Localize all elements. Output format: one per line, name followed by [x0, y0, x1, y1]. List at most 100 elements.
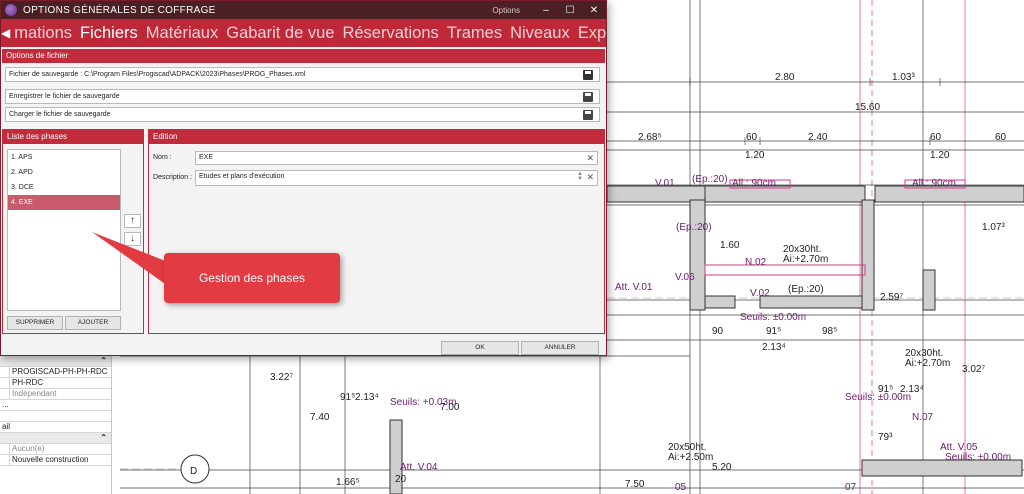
cad-annotation: 60: [995, 132, 1007, 143]
cad-annotation: Ai:+2.70m: [783, 254, 828, 265]
cad-annotation: Att. V.05: [940, 442, 978, 453]
property-value: [0, 411, 111, 421]
property-row[interactable]: PH-RDC: [0, 378, 111, 389]
cad-annotation: (Ep.:20): [692, 174, 728, 185]
cad-annotation: Seuils: ±0.00m: [945, 452, 1011, 463]
cad-annotation: D: [190, 466, 197, 477]
app-logo-icon: [5, 4, 17, 16]
phase-list-header: Liste des phases: [3, 130, 143, 144]
cad-annotation: 7.00: [440, 402, 460, 413]
save-file-button-label: Enregistrer le fichier de sauvegarde: [9, 93, 120, 100]
clear-name-icon[interactable]: ✕: [586, 152, 594, 164]
cad-annotation: 2.13⁴: [355, 392, 379, 403]
property-row[interactable]: Aucun(e): [0, 444, 111, 455]
cancel-button[interactable]: ANNULER: [521, 341, 599, 355]
phase-item-apd[interactable]: 2. APD: [8, 165, 120, 180]
cad-annotation: (Ep.:20): [676, 222, 712, 233]
file-browse-icon[interactable]: [583, 70, 593, 80]
cad-annotation: 98⁵: [822, 326, 837, 337]
floppy-load-icon: [583, 110, 593, 120]
floppy-save-icon: [583, 92, 593, 102]
tab-scroll-left-icon[interactable]: ◀: [1, 26, 10, 40]
callout-text: Gestion des phases: [198, 271, 306, 285]
edition-panel: Edition Nom : EXE ✕ Description : Etudes…: [148, 129, 605, 334]
minimize-button[interactable]: –: [534, 5, 558, 16]
load-file-button[interactable]: Charger le fichier de sauvegarde: [5, 107, 600, 122]
name-input[interactable]: EXE ✕: [195, 151, 598, 165]
tab-gabarit-de-vue[interactable]: Gabarit de vue: [222, 24, 338, 43]
cad-annotation: V.02: [750, 288, 770, 299]
property-value: Indépendant: [12, 389, 57, 398]
tab-fichiers[interactable]: Fichiers: [76, 24, 142, 43]
description-label: Description :: [153, 174, 192, 181]
phase-management-callout: Gestion des phases: [164, 253, 340, 303]
delete-phase-button[interactable]: SUPPRIMER: [7, 316, 63, 330]
cad-annotation: Att. V.01: [615, 282, 653, 293]
section-collapse-toggle[interactable]: ⌃: [0, 356, 111, 367]
cad-annotation: Ai:+2.70m: [905, 358, 950, 369]
cad-annotation: V.01: [655, 178, 675, 189]
cad-annotation: 1.03³: [892, 72, 915, 83]
tab-strip: ◀ mations Fichiers Matériaux Gabarit de …: [1, 19, 606, 47]
cad-annotation: 2.59⁷: [880, 292, 903, 303]
tab-animations[interactable]: mations: [10, 24, 76, 43]
cad-annotation: 90: [712, 326, 724, 337]
cad-annotation: N.07: [912, 412, 934, 423]
dialog-title: OPTIONS GÉNÉRALES DE COFFRAGE: [23, 4, 216, 16]
tab-trames[interactable]: Trames: [443, 24, 506, 43]
cad-annotation: All.: 90cm: [732, 178, 776, 189]
section-collapse-toggle[interactable]: ⌃: [0, 433, 111, 444]
cad-annotation: 05: [675, 482, 687, 493]
description-value: Etudes et plans d'exécution: [199, 173, 285, 180]
property-row[interactable]: Indépendant: [0, 389, 111, 400]
add-phase-button[interactable]: AJOUTER: [65, 316, 121, 330]
property-row[interactable]: ail: [0, 422, 111, 433]
cad-annotation: 3.02⁷: [962, 364, 985, 375]
properties-panel: ⌃ PROGISCAD-PH-PH-RDC PH-RDC Indépendant…: [0, 356, 112, 494]
close-button[interactable]: ✕: [582, 5, 606, 16]
cad-annotation: 60: [930, 132, 942, 143]
cad-annotation: 5.20: [712, 462, 732, 473]
clear-description-icon[interactable]: ✕: [586, 171, 594, 183]
file-options-header: Options de fichier: [2, 49, 605, 63]
cad-annotation: 91⁵: [766, 326, 781, 337]
property-row[interactable]: Nouvelle construction: [0, 455, 111, 466]
cad-annotation: All.: 90cm: [912, 178, 956, 189]
dialog-titlebar[interactable]: OPTIONS GÉNÉRALES DE COFFRAGE Options – …: [1, 1, 606, 19]
cad-annotation: 1.60: [720, 240, 740, 251]
property-value: Nouvelle construction: [12, 455, 89, 464]
maximize-button[interactable]: ☐: [558, 5, 582, 16]
ok-button[interactable]: OK: [441, 341, 519, 355]
property-row[interactable]: ...: [0, 400, 111, 411]
cad-annotation: Ai:+2.50m: [668, 452, 713, 463]
save-file-button[interactable]: Enregistrer le fichier de sauvegarde: [5, 89, 600, 104]
cad-annotation: 91⁵: [340, 392, 355, 403]
cad-annotation: 2.13⁴: [900, 384, 924, 395]
move-up-arrow-icon[interactable]: ↑: [124, 214, 141, 228]
move-down-arrow-icon[interactable]: ↓: [124, 232, 141, 246]
tab-materiaux[interactable]: Matériaux: [142, 24, 222, 43]
cad-annotation: 2.80: [775, 72, 795, 83]
cad-annotation: N.02: [745, 257, 767, 268]
save-file-label: Fichier de sauvegarde :: [9, 71, 83, 78]
save-file-path-field[interactable]: Fichier de sauvegarde : C:\Program Files…: [5, 67, 600, 82]
name-label: Nom :: [153, 154, 172, 161]
description-spinner-icon[interactable]: ▲ ▼: [577, 171, 583, 182]
description-input[interactable]: Etudes et plans d'exécution ▲ ▼ ✕: [195, 170, 598, 186]
options-menu[interactable]: Options: [492, 6, 520, 15]
cad-annotation: 1.66⁵: [336, 477, 360, 488]
cad-annotation: 2.68⁵: [638, 132, 662, 143]
tab-reservations[interactable]: Réservations: [338, 24, 442, 43]
cad-annotation: 2.40: [808, 132, 828, 143]
property-row[interactable]: [0, 411, 111, 422]
phase-item-aps[interactable]: 1. APS: [8, 150, 120, 165]
phase-list[interactable]: 1. APS 2. APD 3. DCE 4. EXE: [7, 149, 121, 311]
cad-annotation: 1.07³: [982, 222, 1005, 233]
phase-item-dce[interactable]: 3. DCE: [8, 180, 120, 195]
phase-item-exe[interactable]: 4. EXE: [8, 195, 120, 210]
tab-exportation[interactable]: Exporta: [574, 24, 606, 43]
tab-niveaux[interactable]: Niveaux: [506, 24, 574, 43]
cad-annotation: 7.50: [625, 479, 645, 490]
cad-annotation: 1.20: [930, 150, 950, 161]
property-row[interactable]: PROGISCAD-PH-PH-RDC: [0, 367, 111, 378]
